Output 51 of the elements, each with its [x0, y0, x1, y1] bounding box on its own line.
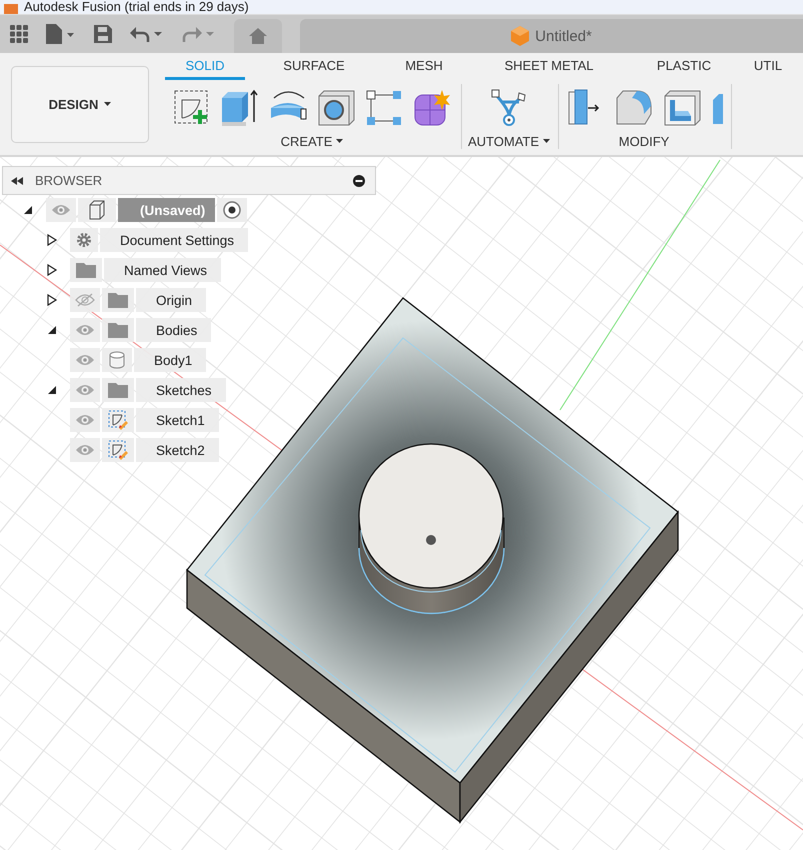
tree-item[interactable]: Body1 [134, 348, 206, 372]
sketch-icon [108, 440, 128, 460]
document-tab[interactable]: Untitled* [300, 19, 803, 53]
caret-icon [336, 139, 344, 144]
shell-icon [662, 88, 702, 128]
ribbon-tab[interactable]: SURFACE [245, 58, 383, 80]
visibility-toggle[interactable] [70, 408, 100, 432]
apps-grid-button[interactable] [8, 23, 30, 45]
gear-icon [76, 232, 92, 248]
visibility-toggle[interactable] [70, 378, 100, 402]
caret-icon [104, 102, 112, 107]
group-dropdown[interactable]: MODIFY [618, 130, 670, 149]
hole-icon [316, 88, 356, 128]
folder-icon [76, 262, 96, 278]
ribbon-tab[interactable]: SHEET METAL [465, 58, 633, 80]
window-title: Autodesk Fusion (trial ends in 29 days) [24, 0, 249, 14]
visibility-toggle[interactable] [46, 198, 76, 222]
tree-item[interactable]: Sketch2 [136, 438, 219, 462]
folder-icon [108, 382, 128, 398]
cylinder-icon [108, 351, 126, 369]
minimize-icon[interactable] [353, 174, 365, 186]
collapse-panel-icon[interactable] [11, 176, 23, 184]
visibility-toggle[interactable] [70, 318, 100, 342]
caret-icon [543, 139, 550, 144]
visibility-toggle[interactable] [70, 438, 100, 462]
extrude-icon [220, 88, 260, 128]
ribbon-tab[interactable]: UTIL [735, 58, 801, 80]
tree-item[interactable]: Document Settings [100, 228, 248, 252]
group-dropdown[interactable]: AUTOMATE [468, 130, 550, 149]
ribbon-tab[interactable]: PLASTIC [633, 58, 735, 80]
visibility-toggle[interactable] [70, 288, 100, 312]
ribbon-tab[interactable]: MESH [383, 58, 465, 80]
tree-item[interactable]: Sketch1 [136, 408, 219, 432]
activate-radio-icon[interactable] [223, 201, 242, 219]
tree-item[interactable]: Origin [136, 288, 206, 312]
app-logo [4, 4, 18, 14]
folder-icon [108, 292, 128, 308]
folder-icon [108, 322, 128, 338]
sketch-icon [108, 410, 128, 430]
form-icon [412, 88, 452, 128]
group-dropdown[interactable]: CREATE [280, 130, 344, 149]
save-button[interactable] [92, 23, 114, 45]
home-icon [249, 28, 267, 44]
cube-icon [511, 26, 530, 46]
pattern-icon [364, 88, 404, 128]
workspace-dropdown[interactable]: DESIGN [11, 66, 149, 143]
tree-item[interactable]: Bodies [136, 318, 212, 342]
tree-item[interactable]: Named Views [104, 258, 222, 282]
panel-title: BROWSER [35, 173, 104, 188]
tree-item[interactable]: Sketches [136, 378, 226, 402]
visibility-toggle[interactable] [70, 348, 100, 372]
